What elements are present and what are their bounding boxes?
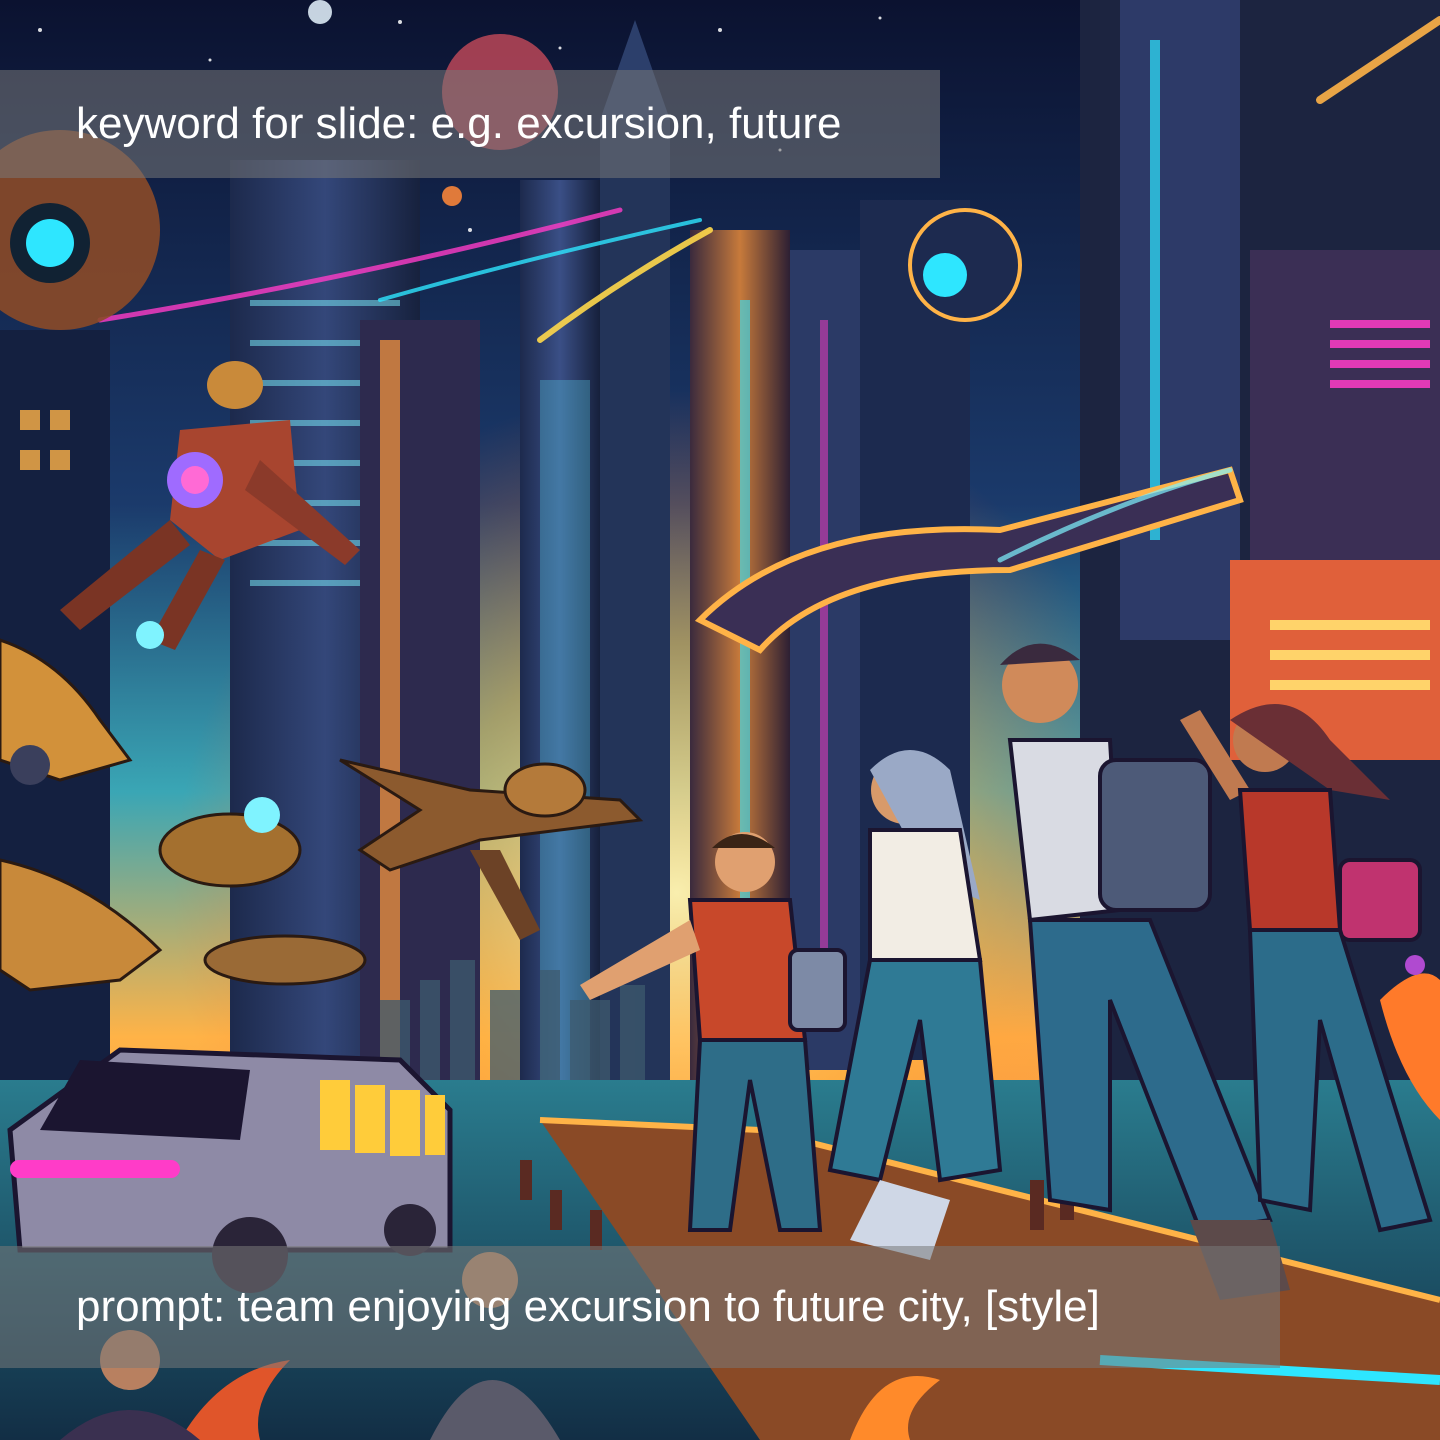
small-planet bbox=[442, 186, 462, 206]
prompt-caption: prompt: team enjoying excursion to futur… bbox=[76, 1282, 1100, 1331]
keyword-caption-band: keyword for slide: e.g. excursion, futur… bbox=[0, 70, 940, 178]
keyword-caption: keyword for slide: e.g. excursion, futur… bbox=[76, 99, 842, 148]
illustration-canvas: keyword for slide: e.g. excursion, futur… bbox=[0, 0, 1440, 1440]
prompt-caption-band: prompt: team enjoying excursion to futur… bbox=[0, 1246, 1280, 1368]
futuristic-city-illustration bbox=[0, 0, 1440, 1440]
